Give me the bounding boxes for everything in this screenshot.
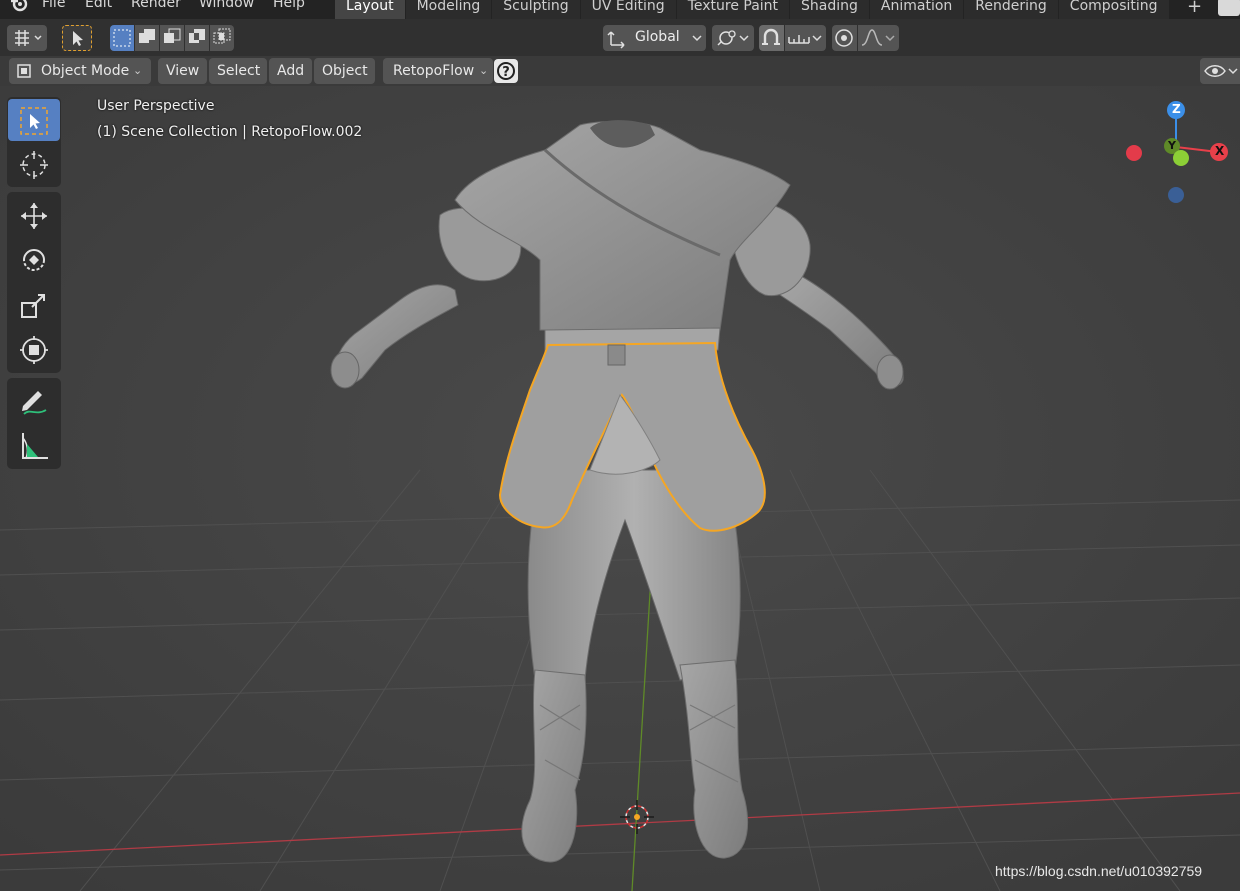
tab-rendering[interactable]: Rendering: [964, 0, 1058, 19]
menu-render[interactable]: Render: [131, 0, 181, 11]
viewport-scene: [0, 86, 1240, 891]
menu-view[interactable]: View: [158, 58, 207, 84]
tab-compositing[interactable]: Compositing: [1058, 0, 1169, 19]
tab-layout[interactable]: Layout: [335, 0, 405, 19]
menu-file[interactable]: File: [42, 0, 65, 11]
tool-header: Global: [0, 19, 1240, 56]
proportional-falloff-dropdown[interactable]: [858, 25, 899, 51]
measure-icon: [22, 433, 48, 459]
snap-magnet-icon: [762, 28, 780, 45]
pivot-point-dropdown[interactable]: [712, 25, 754, 51]
snap-toggle-button[interactable]: [759, 25, 784, 51]
tool-settings-icon: [15, 30, 42, 46]
cursor-icon: [20, 151, 48, 179]
pivot-icon: [717, 30, 749, 46]
chevron-down-icon: ⌄: [133, 64, 143, 77]
menu-add[interactable]: Add: [269, 58, 312, 84]
mode-subtract-button[interactable]: [160, 25, 184, 51]
retopoflow-label: RetopoFlow: [393, 63, 475, 79]
tab-animation[interactable]: Animation: [869, 0, 964, 19]
move-tool[interactable]: [8, 194, 60, 236]
cursor-tool[interactable]: [8, 143, 60, 185]
retopoflow-menu[interactable]: RetopoFlow ⌄: [383, 58, 493, 84]
object-mode-icon: [17, 64, 31, 78]
add-workspace-button[interactable]: +: [1187, 0, 1202, 17]
snap-increment-icon: [788, 35, 822, 44]
toolbar-annotate-group: [7, 378, 61, 469]
select-box-tool[interactable]: [8, 99, 60, 141]
blender-logo-icon[interactable]: [10, 0, 28, 13]
mode-difference-icon: [189, 29, 205, 43]
move-icon: [21, 203, 47, 229]
chevron-down-icon: ⌄: [479, 64, 489, 77]
menu-edit[interactable]: Edit: [85, 0, 112, 11]
mode-extend-icon: [139, 29, 155, 43]
mode-intersect-button[interactable]: [210, 25, 234, 51]
viewport-visibility-dropdown[interactable]: [1200, 58, 1240, 84]
viewport-header: Object Mode ⌄ View Select Add Object Ret…: [0, 56, 1240, 86]
select-tool-icon: [73, 31, 83, 46]
tab-sculpting[interactable]: Sculpting: [492, 0, 580, 19]
object-mode-dropdown[interactable]: Object Mode ⌄: [9, 58, 151, 84]
menu-window[interactable]: Window: [199, 0, 254, 11]
menu-object[interactable]: Object: [314, 58, 375, 84]
transform-orientation-dropdown[interactable]: Global: [603, 25, 706, 51]
tool-settings-button[interactable]: [7, 25, 47, 51]
mode-subtract-icon: [164, 28, 181, 43]
scale-tool[interactable]: [8, 283, 60, 325]
rotate-icon: [23, 249, 45, 271]
tab-modeling[interactable]: Modeling: [405, 0, 492, 19]
measure-tool[interactable]: [8, 424, 60, 466]
gizmo-y-label: Y: [1168, 139, 1176, 152]
active-collection-label: (1) Scene Collection | RetopoFlow.002: [97, 124, 363, 140]
top-menu-bar: File Edit Render Window Help Layout Mode…: [0, 0, 1240, 19]
3d-viewport[interactable]: Z Y X User Perspective (1) Scene Collect…: [0, 86, 1240, 891]
menu-help[interactable]: Help: [273, 0, 305, 11]
select-tool-button[interactable]: [62, 25, 92, 51]
toolbar-transform-group: [7, 192, 61, 373]
scale-icon: [21, 294, 45, 318]
view-perspective-label: User Perspective: [97, 98, 215, 114]
tab-shading[interactable]: Shading: [790, 0, 869, 19]
eye-icon: [1204, 65, 1238, 77]
transform-orientation-value: Global: [635, 29, 680, 45]
transform-tool[interactable]: [8, 328, 60, 370]
toolbar-select-group: [7, 97, 61, 187]
snap-target-dropdown[interactable]: [785, 25, 826, 51]
tab-texture-paint[interactable]: Texture Paint: [676, 0, 790, 19]
scene-selector-icon[interactable]: [1218, 0, 1240, 16]
select-box-icon: [20, 107, 48, 135]
transform-icon: [20, 336, 48, 364]
tab-uv-editing[interactable]: UV Editing: [580, 0, 676, 19]
mode-difference-button[interactable]: [185, 25, 209, 51]
mode-new-button[interactable]: [110, 25, 134, 51]
orientation-icon: [607, 31, 625, 49]
proportional-edit-icon: [835, 29, 853, 47]
mode-extend-button[interactable]: [135, 25, 159, 51]
watermark: https://blog.csdn.net/u010392759: [995, 863, 1203, 879]
workspace-tabs: Layout Modeling Sculpting UV Editing Tex…: [335, 0, 1170, 19]
gizmo-z-label: Z: [1172, 102, 1181, 116]
gizmo-x-label: X: [1215, 144, 1225, 158]
help-icon: ?: [497, 62, 515, 80]
help-button[interactable]: ?: [494, 59, 518, 83]
mode-intersect-icon: [213, 28, 231, 44]
proportional-edit-button[interactable]: [832, 25, 857, 51]
falloff-icon: [861, 29, 895, 46]
select-box-icon: [113, 29, 131, 47]
object-mode-label: Object Mode: [41, 63, 130, 79]
annotate-icon: [22, 391, 47, 415]
chevron-down-icon: [692, 35, 702, 42]
menu-select[interactable]: Select: [209, 58, 267, 84]
annotate-tool[interactable]: [8, 380, 60, 422]
rotate-tool[interactable]: [8, 238, 60, 280]
